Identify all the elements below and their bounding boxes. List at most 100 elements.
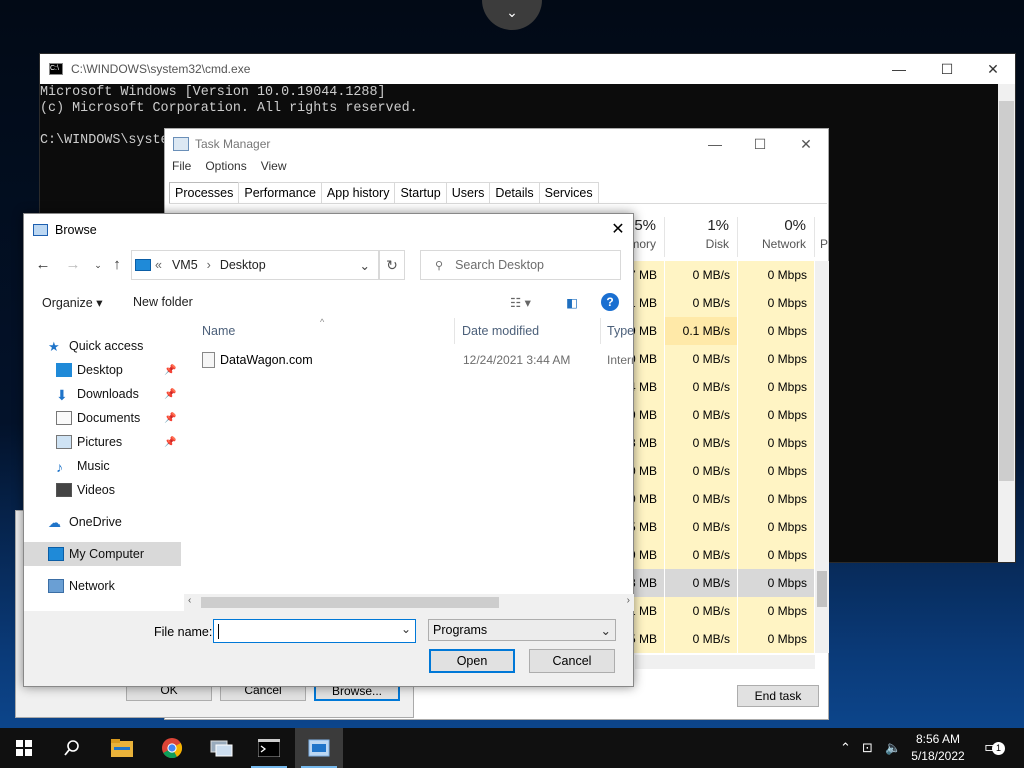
cmd-icon[interactable] bbox=[245, 728, 293, 768]
up-arrow-icon[interactable]: ↑ bbox=[107, 254, 127, 276]
forward-arrow-icon[interactable]: → bbox=[63, 254, 83, 276]
process-row[interactable]: 4 MB 0 MB/s 0 Mbps bbox=[605, 373, 815, 401]
breadcrumb-desktop[interactable]: Desktop bbox=[220, 258, 266, 272]
browse-titlebar[interactable]: Browse bbox=[24, 214, 633, 246]
cmd-titlebar[interactable]: C:\ C:\WINDOWS\system32\cmd.exe — ☐ ✕ bbox=[40, 54, 1015, 84]
new-folder-button[interactable]: New folder bbox=[133, 295, 193, 309]
process-row[interactable]: 5 MB 0 MB/s 0 Mbps bbox=[605, 513, 815, 541]
nav-videos[interactable]: Videos bbox=[24, 478, 181, 502]
address-overflow[interactable]: « bbox=[155, 258, 162, 272]
nav-downloads[interactable]: ⬇ Downloads 📌 bbox=[24, 382, 181, 406]
cancel-button[interactable]: Cancel bbox=[529, 649, 615, 673]
chrome-icon[interactable] bbox=[148, 728, 196, 768]
tab-services[interactable]: Services bbox=[538, 182, 599, 203]
process-row[interactable]: 3 MB 0 MB/s 0 Mbps bbox=[605, 569, 815, 597]
notification-center-icon[interactable]: ▭1 bbox=[984, 728, 1005, 768]
col-power[interactable]: P bbox=[815, 217, 830, 257]
col-disk[interactable]: 1% Disk bbox=[665, 217, 738, 257]
tab-performance[interactable]: Performance bbox=[238, 182, 322, 203]
process-row[interactable]: 1 MB 0 MB/s 0 Mbps bbox=[605, 597, 815, 625]
view-options-icon[interactable]: ☷ ▾ bbox=[510, 295, 531, 310]
nav-documents[interactable]: Documents 📌 bbox=[24, 406, 181, 430]
disk-cell: 0 MB/s bbox=[665, 289, 738, 317]
browse-app-icon[interactable] bbox=[295, 728, 343, 768]
address-bar[interactable]: « VM5 › Desktop ⌄ bbox=[131, 250, 379, 280]
close-button[interactable]: ✕ bbox=[603, 214, 633, 246]
windows-start-icon[interactable] bbox=[0, 728, 48, 768]
preview-pane-icon[interactable]: ◧ bbox=[566, 295, 578, 310]
process-row[interactable]: 0 MB 0 MB/s 0 Mbps bbox=[605, 485, 815, 513]
file-row[interactable]: DataWagon.com bbox=[202, 349, 313, 371]
cmd-maximize-button[interactable]: ☐ bbox=[924, 54, 970, 84]
nav-network[interactable]: Network bbox=[24, 574, 181, 598]
back-arrow-icon[interactable]: ← bbox=[33, 254, 53, 276]
chevron-down-icon[interactable]: ⌄ bbox=[360, 258, 370, 273]
menu-options[interactable]: Options bbox=[205, 159, 246, 179]
tm-minimize-button[interactable]: — bbox=[692, 129, 738, 159]
process-row[interactable]: 1 MB 0 MB/s 0 Mbps bbox=[605, 289, 815, 317]
open-button[interactable]: Open bbox=[429, 649, 515, 673]
cmd-scrollbar[interactable] bbox=[998, 84, 1015, 562]
process-row[interactable]: 3 MB 0 MB/s 0 Mbps bbox=[605, 429, 815, 457]
clock[interactable]: 8:56 AM 5/18/2022 bbox=[903, 731, 973, 765]
show-hidden-icons-icon[interactable]: ⌃ bbox=[840, 728, 851, 768]
tm-close-button[interactable]: ✕ bbox=[783, 129, 829, 159]
collapse-toolbar-button[interactable]: ⌄ bbox=[482, 0, 542, 30]
file-name-input[interactable]: ⌄ bbox=[213, 619, 416, 643]
nav-quick-access[interactable]: ★ Quick access bbox=[24, 334, 181, 358]
network-status-icon[interactable]: ⊡ bbox=[862, 728, 873, 768]
breadcrumb-vm5[interactable]: VM5 bbox=[172, 258, 198, 272]
process-row[interactable]: 9 MB 0.1 MB/s 0 Mbps bbox=[605, 317, 815, 345]
process-row[interactable]: 0 MB 0 MB/s 0 Mbps bbox=[605, 345, 815, 373]
tab-app-history[interactable]: App history bbox=[320, 182, 396, 203]
process-row[interactable]: 9 MB 0 MB/s 0 Mbps bbox=[605, 541, 815, 569]
chevron-down-icon[interactable]: ⌄ bbox=[401, 622, 411, 636]
help-icon[interactable]: ? bbox=[601, 293, 619, 311]
col-network[interactable]: 0% Network bbox=[738, 217, 815, 257]
column-type[interactable]: Type bbox=[601, 318, 634, 344]
cmd-minimize-button[interactable]: — bbox=[876, 54, 922, 84]
tab-startup[interactable]: Startup bbox=[394, 182, 447, 203]
column-name[interactable]: Name ^ bbox=[196, 317, 455, 344]
network-cell: 0 Mbps bbox=[738, 401, 815, 429]
file-name-label: File name: bbox=[154, 625, 213, 639]
file-explorer-icon[interactable] bbox=[98, 728, 146, 768]
tab-details[interactable]: Details bbox=[489, 182, 540, 203]
refresh-icon[interactable]: ↻ bbox=[379, 250, 405, 280]
process-row[interactable]: 0 MB 0 MB/s 0 Mbps bbox=[605, 457, 815, 485]
scroll-right-icon[interactable]: › bbox=[627, 595, 630, 606]
process-row[interactable]: 7 MB 0 MB/s 0 Mbps bbox=[605, 261, 815, 289]
process-row[interactable]: 9 MB 0 MB/s 0 Mbps bbox=[605, 401, 815, 429]
tm-scroll-thumb[interactable] bbox=[817, 571, 827, 607]
taskbar: ⌃ ⊡ 🔈 8:56 AM 5/18/2022 ▭1 bbox=[0, 728, 1024, 768]
scroll-left-icon[interactable]: ‹ bbox=[188, 595, 191, 606]
search-input[interactable]: ⚲ Search Desktop bbox=[420, 250, 621, 280]
tm-hscrollbar[interactable] bbox=[635, 655, 815, 669]
column-date-modified[interactable]: Date modified bbox=[456, 318, 601, 344]
organize-button[interactable]: Organize ▾ bbox=[42, 295, 102, 310]
tab-users[interactable]: Users bbox=[445, 182, 491, 203]
tm-scrollbar[interactable] bbox=[815, 261, 829, 653]
tm-maximize-button[interactable]: ☐ bbox=[737, 129, 783, 159]
recent-locations-icon[interactable]: ⌄ bbox=[88, 254, 108, 276]
nav-pictures[interactable]: Pictures 📌 bbox=[24, 430, 181, 454]
file-type-select[interactable]: Programs ⌄ bbox=[428, 619, 616, 641]
network-tool-icon[interactable] bbox=[197, 728, 245, 768]
nav-my-computer[interactable]: My Computer bbox=[24, 542, 181, 566]
process-rows: 7 MB 0 MB/s 0 Mbps 1 MB 0 MB/s 0 Mbps 9 MB 0.1 … bbox=[605, 261, 815, 653]
nav-desktop[interactable]: Desktop 📌 bbox=[24, 358, 181, 382]
hscroll-thumb[interactable] bbox=[201, 597, 499, 608]
end-task-button[interactable]: End task bbox=[737, 685, 819, 707]
tab-processes[interactable]: Processes bbox=[169, 182, 240, 203]
disk-cell: 0 MB/s bbox=[665, 429, 738, 457]
cmd-close-button[interactable]: ✕ bbox=[970, 54, 1016, 84]
process-row[interactable]: 5 MB 0 MB/s 0 Mbps bbox=[605, 625, 815, 653]
file-list-hscrollbar[interactable]: ‹ › bbox=[184, 594, 634, 611]
search-icon[interactable] bbox=[48, 728, 96, 768]
cmd-scroll-thumb[interactable] bbox=[999, 101, 1014, 481]
menu-view[interactable]: View bbox=[261, 159, 287, 179]
nav-music[interactable]: ♪ Music bbox=[24, 454, 181, 478]
volume-icon[interactable]: 🔈 bbox=[885, 728, 901, 768]
nav-onedrive[interactable]: ☁ OneDrive bbox=[24, 510, 181, 534]
menu-file[interactable]: File bbox=[172, 159, 191, 179]
